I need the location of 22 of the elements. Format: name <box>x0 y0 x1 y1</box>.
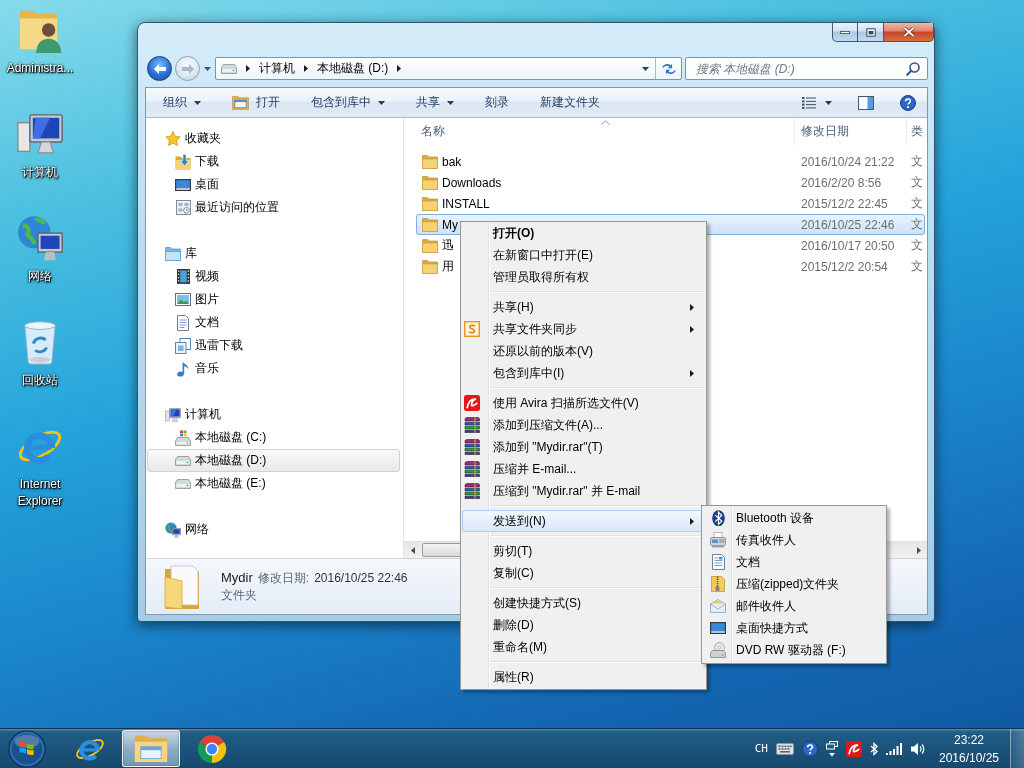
date-label: 修改日期: <box>257 570 310 587</box>
table-cell: 2016/2/20 8:56 <box>801 175 882 190</box>
file-name: INSTALL <box>442 196 490 211</box>
table-cell: 2016/10/24 21:22 <box>801 154 895 169</box>
table-cell: 2016/10/17 20:50 <box>801 238 895 253</box>
file-name: 用 <box>442 258 454 275</box>
table-cell: 2015/12/2 22:45 <box>801 196 888 211</box>
table-cell: 2015/12/2 20:54 <box>801 259 888 274</box>
item-name: Mydir <box>221 569 253 586</box>
file-name: 迅 <box>442 237 454 254</box>
table-cell: 文 <box>911 154 923 168</box>
table-cell: 文 <box>911 196 923 210</box>
file-name: Downloads <box>442 175 502 190</box>
file-name: My <box>442 217 458 232</box>
item-type: 文件夹 <box>221 587 257 604</box>
table-cell: 2016/10/25 22:46 <box>801 217 895 232</box>
table-cell: 文 <box>911 217 923 231</box>
table-cell: 文 <box>911 259 923 273</box>
file-name: bak <box>442 154 462 169</box>
table-cell: 文 <box>911 238 923 252</box>
date-value: 2016/10/25 22:46 <box>314 570 408 587</box>
table-cell: 文 <box>911 175 923 189</box>
